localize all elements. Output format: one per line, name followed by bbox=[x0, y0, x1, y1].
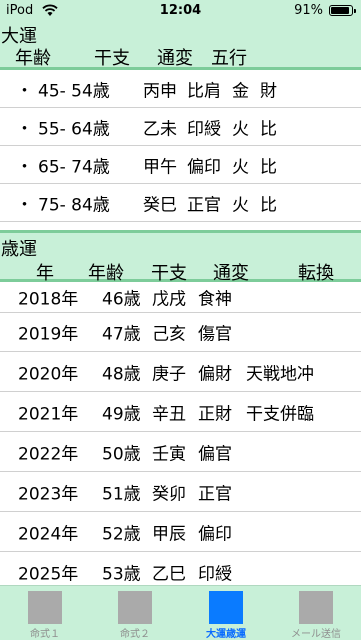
daiun-col-age: 年齢 bbox=[15, 48, 51, 69]
tab-daiun-saiun-label: 大運歳運 bbox=[206, 629, 246, 640]
saiun-row[interactable]: 2025年 53歳 乙巳 印綬 bbox=[0, 552, 361, 585]
daiun-age: 55- 64歳 bbox=[38, 119, 110, 139]
daiun-tsuhen: 比肩 bbox=[187, 81, 221, 101]
row-bullet: ・ bbox=[16, 195, 33, 215]
daiun-col-gogyo: 五行 bbox=[211, 48, 247, 69]
saiun-kanshi: 己亥 bbox=[152, 324, 186, 345]
saiun-kanshi: 癸卯 bbox=[152, 484, 186, 504]
saiun-kanshi: 辛丑 bbox=[152, 404, 186, 424]
saiun-age: 53歳 bbox=[102, 564, 141, 585]
tab-meishiki-1-label: 命式１ bbox=[30, 629, 60, 640]
saiun-year: 2021年 bbox=[18, 404, 79, 424]
tab-meishiki-2[interactable]: 命式２ bbox=[90, 586, 180, 640]
daiun-age: 75- 84歳 bbox=[38, 195, 110, 215]
saiun-kanshi: 甲辰 bbox=[152, 524, 186, 544]
saiun-year: 2022年 bbox=[18, 444, 79, 464]
daiun-age: 65- 74歳 bbox=[38, 157, 110, 177]
saiun-year: 2023年 bbox=[18, 484, 79, 504]
saiun-tenkan: 天戦地冲 bbox=[246, 364, 314, 384]
saiun-age: 47歳 bbox=[102, 324, 141, 345]
saiun-kanshi: 戊戌 bbox=[152, 289, 186, 310]
saiun-tsuhen: 正財 bbox=[198, 404, 232, 424]
saiun-tsuhen: 印綬 bbox=[198, 564, 232, 585]
saiun-kanshi: 庚子 bbox=[152, 364, 186, 384]
battery-percent: 91% bbox=[294, 3, 323, 18]
status-bar: iPod 12:04 91% bbox=[0, 0, 361, 22]
saiun-age: 46歳 bbox=[102, 289, 141, 310]
daiun-header: 大運 年齢 干支 通変 五行 bbox=[0, 22, 361, 70]
daiun-row[interactable]: ・ 55- 64歳 乙未 印綬 火 比 bbox=[0, 108, 361, 146]
saiun-tsuhen: 食神 bbox=[198, 289, 232, 310]
saiun-year: 2018年 bbox=[18, 289, 79, 310]
daiun-col-tsuhen: 通変 bbox=[157, 48, 193, 69]
saiun-year: 2020年 bbox=[18, 364, 79, 384]
saiun-age: 51歳 bbox=[102, 484, 141, 504]
daiun-tsuhen: 偏印 bbox=[187, 157, 221, 177]
daiun-gogyo-2: 比 bbox=[260, 119, 277, 139]
saiun-age: 50歳 bbox=[102, 444, 141, 464]
saiun-row[interactable]: 2023年 51歳 癸卯 正官 bbox=[0, 472, 361, 512]
tab-mail-label: メール送信 bbox=[291, 629, 341, 640]
saiun-tsuhen: 偏官 bbox=[198, 444, 232, 464]
daiun-kanshi: 癸巳 bbox=[143, 195, 177, 215]
daiun-gogyo-1: 火 bbox=[232, 157, 249, 177]
daiun-row[interactable]: ・ 75- 84歳 癸巳 正官 火 比 bbox=[0, 184, 361, 222]
daiun-gogyo-2: 比 bbox=[260, 157, 277, 177]
daiun-row[interactable]: ・ 45- 54歳 丙申 比肩 金 財 bbox=[0, 70, 361, 108]
saiun-row[interactable]: 2019年 47歳 己亥 傷官 bbox=[0, 312, 361, 352]
tab-daiun-saiun[interactable]: 大運歳運 bbox=[181, 586, 271, 640]
row-bullet: ・ bbox=[16, 119, 33, 139]
saiun-kanshi: 乙巳 bbox=[152, 564, 186, 585]
saiun-tsuhen: 偏財 bbox=[198, 364, 232, 384]
battery-icon bbox=[329, 5, 356, 16]
saiun-year: 2025年 bbox=[18, 564, 79, 585]
daiun-row[interactable]: ・ 65- 74歳 甲午 偏印 火 比 bbox=[0, 146, 361, 184]
saiun-row[interactable]: 2018年 46歳 戊戌 食神 bbox=[0, 282, 361, 312]
daiun-gogyo-2: 財 bbox=[260, 81, 277, 101]
tab-mail[interactable]: メール送信 bbox=[271, 586, 361, 640]
saiun-tenkan: 干支併臨 bbox=[246, 404, 314, 424]
daiun-gogyo-1: 火 bbox=[232, 195, 249, 215]
saiun-title: 歳運 bbox=[1, 239, 37, 260]
saiun-tsuhen: 正官 bbox=[198, 484, 232, 504]
row-bullet: ・ bbox=[16, 157, 33, 177]
row-bullet: ・ bbox=[16, 81, 33, 101]
tab-bar: 命式１ 命式２ 大運歳運 メール送信 bbox=[0, 585, 361, 640]
daiun-kanshi: 乙未 bbox=[143, 119, 177, 139]
daiun-tsuhen: 印綬 bbox=[187, 119, 221, 139]
daiun-kanshi: 甲午 bbox=[143, 157, 177, 177]
saiun-age: 49歳 bbox=[102, 404, 141, 424]
saiun-kanshi: 壬寅 bbox=[152, 444, 186, 464]
saiun-row[interactable]: 2024年 52歳 甲辰 偏印 bbox=[0, 512, 361, 552]
saiun-age: 52歳 bbox=[102, 524, 141, 544]
tab-meishiki-1-icon bbox=[28, 591, 62, 624]
saiun-year: 2019年 bbox=[18, 324, 79, 345]
saiun-tsuhen: 偏印 bbox=[198, 524, 232, 544]
tab-meishiki-1[interactable]: 命式１ bbox=[0, 586, 90, 640]
saiun-row[interactable]: 2021年 49歳 辛丑 正財 干支併臨 bbox=[0, 392, 361, 432]
daiun-col-kanshi: 干支 bbox=[94, 48, 130, 69]
tab-meishiki-2-icon bbox=[118, 591, 152, 624]
saiun-tsuhen: 傷官 bbox=[198, 324, 232, 345]
tab-mail-icon bbox=[299, 591, 333, 624]
tab-daiun-saiun-icon bbox=[209, 591, 243, 624]
daiun-kanshi: 丙申 bbox=[143, 81, 177, 101]
saiun-header: 歳運 年 年齢 干支 通変 転換 bbox=[0, 230, 361, 284]
tab-meishiki-2-label: 命式２ bbox=[120, 629, 150, 640]
saiun-age: 48歳 bbox=[102, 364, 141, 384]
saiun-row[interactable]: 2020年 48歳 庚子 偏財 天戦地冲 bbox=[0, 352, 361, 392]
daiun-gogyo-2: 比 bbox=[260, 195, 277, 215]
daiun-gogyo-1: 火 bbox=[232, 119, 249, 139]
daiun-age: 45- 54歳 bbox=[38, 81, 110, 101]
saiun-row[interactable]: 2022年 50歳 壬寅 偏官 bbox=[0, 432, 361, 472]
saiun-year: 2024年 bbox=[18, 524, 79, 544]
daiun-gogyo-1: 金 bbox=[232, 81, 249, 101]
daiun-tsuhen: 正官 bbox=[187, 195, 221, 215]
